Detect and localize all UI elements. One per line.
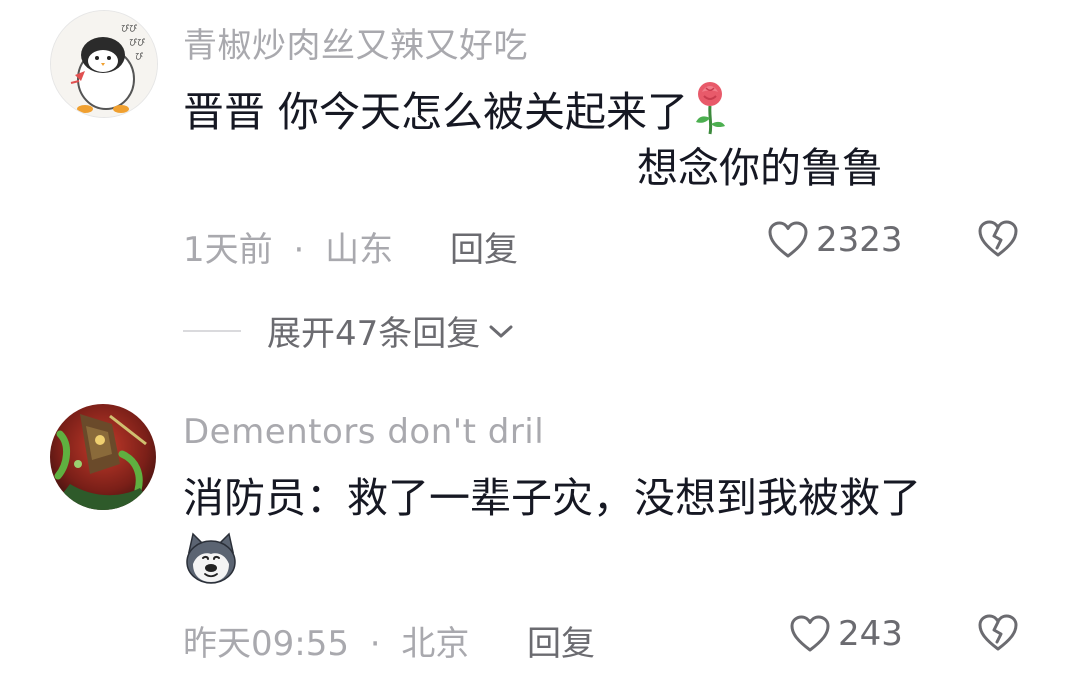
location: 北京 [401, 624, 470, 664]
username[interactable]: Dementors don't dril [183, 412, 544, 452]
comment-item: Dementors don't dril 消防员：救了一辈子灾，没想到我被救了 … [0, 390, 1079, 690]
like-count: 243 [838, 614, 903, 654]
timestamp: 1天前 [183, 230, 273, 270]
heart-icon [790, 615, 830, 652]
avatar[interactable]: ぴぴ ぴぴ ぴ [50, 10, 158, 118]
timestamp: 昨天09:55 [183, 624, 349, 664]
reply-button[interactable]: 回复 [450, 222, 518, 271]
like-count: 2323 [816, 220, 903, 260]
comment-meta: 昨天09:55 · 北京 [183, 616, 469, 665]
penguin-avatar-icon: ぴぴ ぴぴ ぴ [51, 11, 157, 117]
broken-heart-icon [978, 220, 1018, 257]
broken-heart-icon [978, 614, 1018, 651]
like-button[interactable]: 2323 [768, 220, 903, 260]
expand-replies-label: 展开47条回复 [267, 314, 481, 354]
like-button[interactable]: 243 [790, 614, 903, 654]
comment-meta: 1天前 · 山东 [183, 222, 393, 271]
comment-item: ぴぴ ぴぴ ぴ 青椒炒肉丝又辣又好吃 晋晋 你今天怎么被关起来了 想念你的鲁鲁 … [0, 0, 1079, 300]
username[interactable]: 青椒炒肉丝又辣又好吃 [183, 18, 528, 67]
husky-dog-emoji [183, 530, 239, 590]
location: 山东 [325, 230, 394, 270]
comment-text: 消防员：救了一辈子灾，没想到我被救了 [183, 474, 921, 522]
dislike-button[interactable] [978, 220, 1018, 262]
separator: · [369, 624, 381, 664]
game-character-avatar-icon [50, 404, 156, 510]
heart-icon [768, 221, 808, 258]
separator: · [293, 230, 305, 270]
svg-text:ぴ: ぴ [135, 52, 143, 61]
rose-emoji [692, 80, 728, 147]
svg-text:ぴぴ: ぴぴ [129, 38, 145, 47]
expand-replies-button[interactable]: 展开47条回复 [183, 306, 516, 355]
divider [183, 329, 241, 332]
comment-text-line-2: 想念你的鲁鲁 [637, 144, 883, 192]
dislike-button[interactable] [978, 614, 1018, 656]
comment-text: 晋晋 你今天怎么被关起来了 [183, 88, 689, 136]
chevron-down-icon [489, 325, 513, 337]
comment-text-line: 晋晋 你今天怎么被关起来了 [183, 80, 728, 147]
avatar[interactable] [50, 404, 156, 510]
svg-text:ぴぴ: ぴぴ [121, 24, 137, 33]
reply-button[interactable]: 回复 [527, 616, 595, 665]
